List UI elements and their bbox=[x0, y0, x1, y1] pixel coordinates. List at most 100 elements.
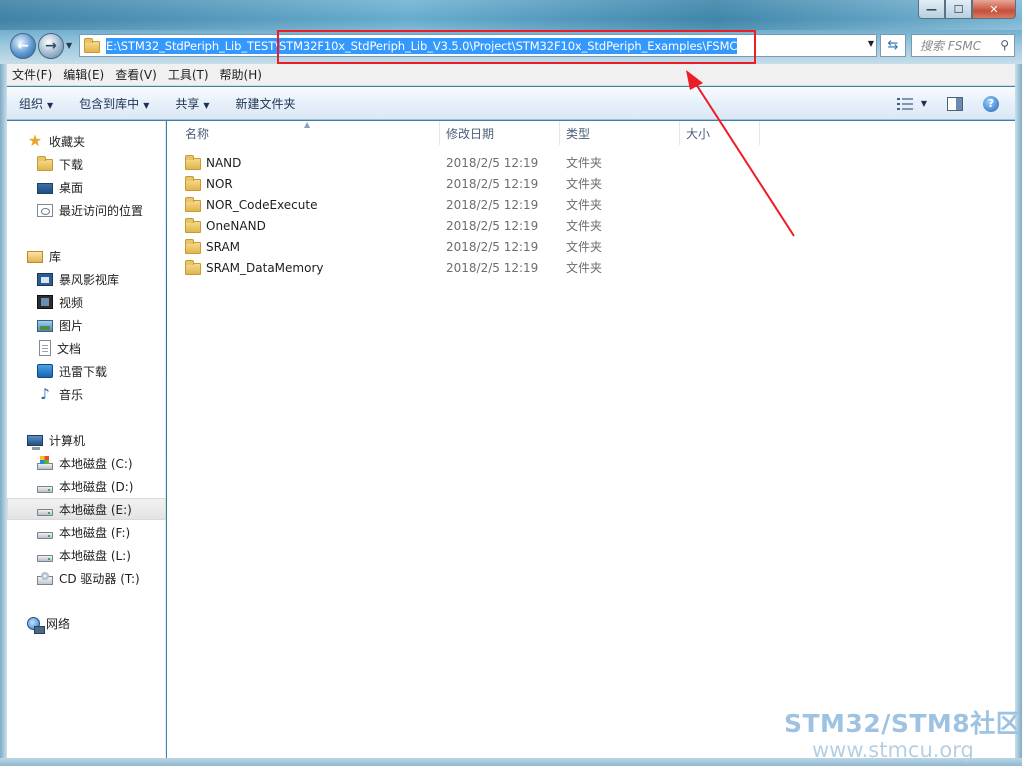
sidebar-item-label: 视频 bbox=[59, 295, 84, 310]
file-type: 文件夹 bbox=[566, 261, 603, 275]
sidebar-libraries[interactable]: 库 bbox=[7, 245, 166, 267]
address-dropdown-icon[interactable]: ▼ bbox=[868, 39, 874, 48]
sidebar-item-drive-l[interactable]: 本地磁盘 (L:) bbox=[7, 544, 166, 566]
file-type: 文件夹 bbox=[566, 198, 603, 212]
column-header-label: 修改日期 bbox=[446, 126, 495, 141]
close-button[interactable]: ✕ bbox=[972, 0, 1016, 19]
file-row[interactable]: NOR_CodeExecute 2018/2/5 12:19 文件夹 bbox=[167, 194, 1015, 215]
sidebar-item-desktop[interactable]: 桌面 bbox=[7, 176, 166, 198]
organize-button[interactable]: 组织 ▼ bbox=[7, 95, 67, 112]
sidebar-item-videos[interactable]: 视频 bbox=[7, 291, 166, 313]
sidebar-item-pictures[interactable]: 图片 bbox=[7, 314, 166, 336]
help-icon[interactable]: ? bbox=[983, 95, 999, 112]
sidebar-item-downloads[interactable]: 下载 bbox=[7, 153, 166, 175]
include-in-library-button[interactable]: 包含到库中 ▼ bbox=[67, 95, 163, 112]
sidebar-item-label: 迅雷下载 bbox=[59, 364, 108, 379]
column-header-type[interactable]: 类型 bbox=[560, 121, 680, 145]
column-header-modified[interactable]: 修改日期 bbox=[440, 121, 560, 145]
column-header-label: 大小 bbox=[686, 126, 711, 141]
refresh-button[interactable]: ⇆ bbox=[880, 34, 906, 57]
file-row[interactable]: NOR 2018/2/5 12:19 文件夹 bbox=[167, 173, 1015, 194]
folder-icon bbox=[185, 217, 201, 233]
menu-tools[interactable]: 工具(T) bbox=[163, 66, 214, 83]
folder-icon bbox=[185, 238, 201, 254]
maximize-button[interactable]: ☐ bbox=[945, 0, 972, 19]
sidebar-item-label: 音乐 bbox=[59, 387, 84, 402]
film-icon bbox=[37, 295, 53, 309]
view-dropdown-icon[interactable]: ▼ bbox=[921, 99, 927, 108]
sidebar-item-label: 本地磁盘 (E:) bbox=[59, 502, 132, 517]
share-label: 共享 bbox=[175, 96, 200, 111]
file-modified: 2018/2/5 12:19 bbox=[446, 176, 539, 191]
command-bar: 组织 ▼ 包含到库中 ▼ 共享 ▼ 新建文件夹 ▼ ? bbox=[7, 87, 1015, 120]
folder-icon bbox=[185, 259, 201, 275]
music-note-icon: ♪ bbox=[40, 385, 50, 403]
recent-pages-dropdown[interactable]: ▼ bbox=[66, 41, 72, 50]
minimize-button[interactable]: — bbox=[918, 0, 945, 19]
search-box[interactable]: 搜索 FSMC ⚲ bbox=[911, 34, 1015, 57]
organize-label: 组织 bbox=[19, 96, 44, 111]
file-name: SRAM_DataMemory bbox=[206, 260, 324, 275]
video-library-icon bbox=[37, 272, 53, 286]
sidebar-item-cd-drive[interactable]: CD 驱动器 (T:) bbox=[7, 567, 166, 589]
back-button[interactable]: ← bbox=[10, 33, 36, 59]
annotation-highlight-box bbox=[277, 30, 756, 64]
menu-view[interactable]: 查看(V) bbox=[110, 66, 162, 83]
file-name: NOR bbox=[206, 176, 233, 191]
desktop-icon bbox=[37, 182, 53, 194]
thunder-download-icon bbox=[37, 364, 53, 378]
file-row[interactable]: SRAM 2018/2/5 12:19 文件夹 bbox=[167, 236, 1015, 257]
downloads-folder-icon bbox=[37, 156, 53, 171]
preview-pane-icon[interactable] bbox=[947, 96, 963, 111]
sidebar-item-drive-f[interactable]: 本地磁盘 (F:) bbox=[7, 521, 166, 543]
menu-bar: 文件(F) 编辑(E) 查看(V) 工具(T) 帮助(H) bbox=[7, 64, 1015, 86]
file-modified: 2018/2/5 12:19 bbox=[446, 155, 539, 170]
sidebar-item-label: 下载 bbox=[59, 157, 84, 172]
sidebar-item-label: 本地磁盘 (L:) bbox=[59, 548, 131, 563]
sidebar-computer[interactable]: 计算机 bbox=[7, 429, 166, 451]
sidebar-item-drive-c[interactable]: 本地磁盘 (C:) bbox=[7, 452, 166, 474]
sidebar-item-baofeng[interactable]: 暴风影视库 bbox=[7, 268, 166, 290]
file-row[interactable]: SRAM_DataMemory 2018/2/5 12:19 文件夹 bbox=[167, 257, 1015, 278]
sidebar-item-drive-e[interactable]: 本地磁盘 (E:) bbox=[7, 498, 166, 520]
recent-places-icon bbox=[37, 203, 53, 217]
file-row[interactable]: OneNAND 2018/2/5 12:19 文件夹 bbox=[167, 215, 1015, 236]
share-button[interactable]: 共享 ▼ bbox=[163, 95, 223, 112]
column-header-label: 名称 bbox=[185, 126, 210, 141]
new-folder-button[interactable]: 新建文件夹 bbox=[224, 95, 310, 112]
sidebar-item-label: 本地磁盘 (F:) bbox=[59, 525, 131, 540]
sidebar-favorites[interactable]: ★ 收藏夹 bbox=[7, 130, 166, 152]
file-modified: 2018/2/5 12:19 bbox=[446, 239, 539, 254]
hard-drive-icon bbox=[37, 531, 53, 539]
sidebar-item-thunder[interactable]: 迅雷下载 bbox=[7, 360, 166, 382]
refresh-icon: ⇆ bbox=[887, 38, 899, 53]
file-name: NAND bbox=[206, 155, 242, 170]
folder-icon bbox=[185, 196, 201, 212]
menu-edit[interactable]: 编辑(E) bbox=[58, 66, 109, 83]
sidebar-item-label: 最近访问的位置 bbox=[59, 203, 144, 218]
window-frame-right bbox=[1015, 64, 1022, 758]
sidebar-computer-label: 计算机 bbox=[49, 433, 86, 448]
watermark-title: STM32/STM8社区 bbox=[784, 709, 1022, 738]
forward-button[interactable]: → bbox=[38, 33, 64, 59]
file-type: 文件夹 bbox=[566, 240, 603, 254]
sidebar-item-music[interactable]: ♪ 音乐 bbox=[7, 383, 166, 405]
chevron-down-icon: ▼ bbox=[143, 100, 150, 110]
menu-file[interactable]: 文件(F) bbox=[7, 66, 57, 83]
file-row[interactable]: NAND 2018/2/5 12:19 文件夹 bbox=[167, 152, 1015, 173]
network-icon bbox=[27, 617, 45, 634]
column-header-name[interactable]: 名称 bbox=[179, 121, 440, 145]
file-type: 文件夹 bbox=[566, 156, 603, 170]
sidebar-item-recent-places[interactable]: 最近访问的位置 bbox=[7, 199, 166, 221]
search-icon[interactable]: ⚲ bbox=[1000, 38, 1009, 52]
hard-drive-icon bbox=[37, 485, 53, 493]
sidebar-item-documents[interactable]: 文档 bbox=[7, 337, 166, 359]
menu-help[interactable]: 帮助(H) bbox=[215, 66, 267, 83]
window-frame-left bbox=[0, 64, 7, 758]
sidebar-network[interactable]: 网络 bbox=[7, 612, 166, 634]
column-header-size[interactable]: 大小 bbox=[680, 121, 760, 145]
sidebar-item-label: 本地磁盘 (D:) bbox=[59, 479, 134, 494]
view-options-icon[interactable] bbox=[896, 97, 913, 110]
command-bar-right: ▼ ? bbox=[896, 87, 1015, 120]
sidebar-item-drive-d[interactable]: 本地磁盘 (D:) bbox=[7, 475, 166, 497]
